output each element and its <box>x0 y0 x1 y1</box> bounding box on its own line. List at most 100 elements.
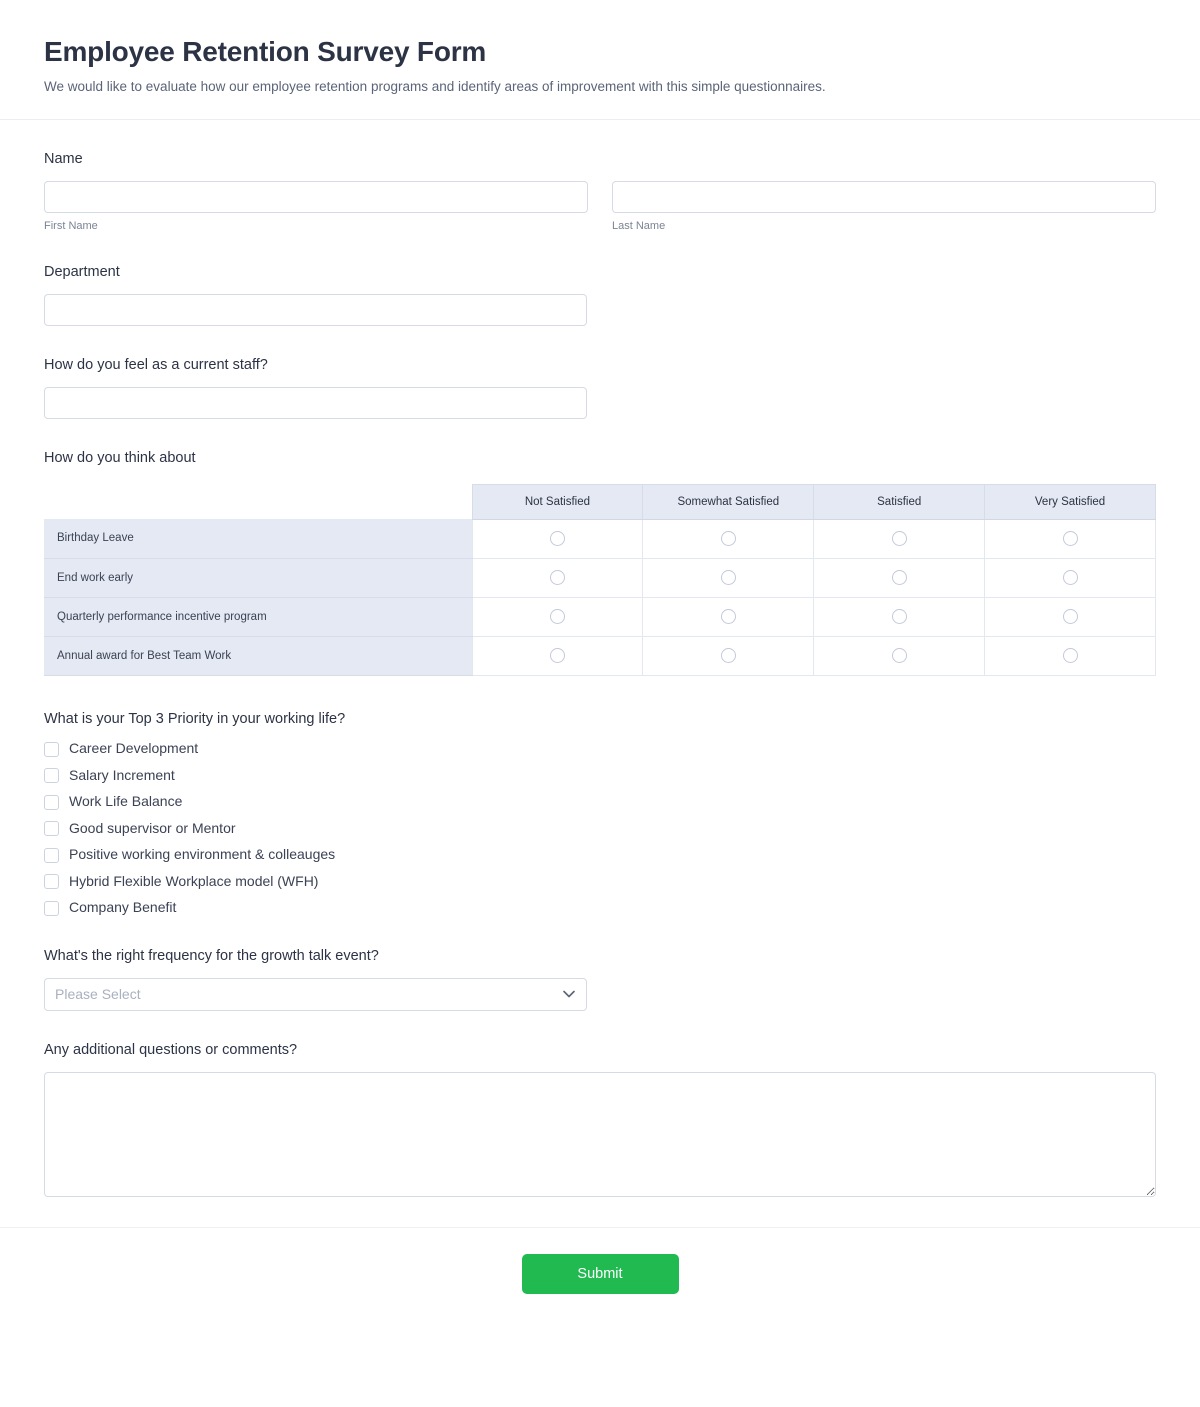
radio-icon[interactable] <box>721 648 736 663</box>
priority-option[interactable]: Good supervisor or Mentor <box>44 820 1156 838</box>
radio-icon[interactable] <box>721 609 736 624</box>
matrix-radio-cell[interactable] <box>985 597 1156 636</box>
matrix-radio-cell[interactable] <box>643 636 814 675</box>
checkbox-icon[interactable] <box>44 848 59 863</box>
matrix-column-header: Not Satisfied <box>472 484 643 519</box>
radio-icon[interactable] <box>721 570 736 585</box>
priority-option-label: Hybrid Flexible Workplace model (WFH) <box>69 873 318 891</box>
satisfaction-matrix-table: Not SatisfiedSomewhat SatisfiedSatisfied… <box>44 484 1156 676</box>
current-staff-feeling-label: How do you feel as a current staff? <box>44 356 1156 375</box>
matrix-radio-cell[interactable] <box>985 636 1156 675</box>
form-header: Employee Retention Survey Form We would … <box>0 0 1200 120</box>
matrix-radio-cell[interactable] <box>814 636 985 675</box>
last-name-col: Last Name <box>612 181 1156 233</box>
matrix-radio-cell[interactable] <box>985 519 1156 558</box>
matrix-radio-cell[interactable] <box>643 558 814 597</box>
radio-icon[interactable] <box>550 609 565 624</box>
frequency-select-wrap: Please Select <box>44 978 587 1011</box>
checkbox-icon[interactable] <box>44 901 59 916</box>
field-additional-comments: Any additional questions or comments? <box>44 1041 1156 1197</box>
matrix-radio-cell[interactable] <box>472 519 643 558</box>
matrix-row: End work early <box>44 558 1156 597</box>
field-department: Department <box>44 263 1156 326</box>
radio-icon[interactable] <box>1063 570 1078 585</box>
priority-option-label: Company Benefit <box>69 899 176 917</box>
frequency-select[interactable]: Please Select <box>44 978 587 1011</box>
last-name-input[interactable] <box>612 181 1156 213</box>
matrix-row-label: Birthday Leave <box>44 519 472 558</box>
department-label: Department <box>44 263 1156 282</box>
matrix-row-label: End work early <box>44 558 472 597</box>
current-staff-feeling-input-wrap <box>44 387 587 419</box>
priority-option[interactable]: Work Life Balance <box>44 793 1156 811</box>
field-satisfaction-matrix: How do you think about Not SatisfiedSome… <box>44 449 1156 676</box>
comments-label: Any additional questions or comments? <box>44 1041 1156 1060</box>
checkbox-icon[interactable] <box>44 795 59 810</box>
radio-icon[interactable] <box>892 609 907 624</box>
priority-option[interactable]: Company Benefit <box>44 899 1156 917</box>
radio-icon[interactable] <box>550 531 565 546</box>
radio-icon[interactable] <box>1063 531 1078 546</box>
priority-option[interactable]: Positive working environment & colleauge… <box>44 846 1156 864</box>
matrix-radio-cell[interactable] <box>472 558 643 597</box>
matrix-radio-cell[interactable] <box>472 636 643 675</box>
matrix-radio-cell[interactable] <box>814 597 985 636</box>
matrix-row-label: Annual award for Best Team Work <box>44 636 472 675</box>
page-title: Employee Retention Survey Form <box>44 36 1156 68</box>
priorities-checkbox-list: Career Development Salary Increment Work L… <box>44 740 1156 917</box>
priority-option[interactable]: Hybrid Flexible Workplace model (WFH) <box>44 873 1156 891</box>
matrix-radio-cell[interactable] <box>472 597 643 636</box>
matrix-column-header: Satisfied <box>814 484 985 519</box>
matrix-label: How do you think about <box>44 449 1156 468</box>
matrix-radio-cell[interactable] <box>643 519 814 558</box>
matrix-radio-cell[interactable] <box>814 558 985 597</box>
checkbox-icon[interactable] <box>44 821 59 836</box>
matrix-body: Birthday LeaveEnd work earlyQuarterly pe… <box>44 519 1156 675</box>
first-name-col: First Name <box>44 181 588 233</box>
radio-icon[interactable] <box>892 648 907 663</box>
matrix-radio-cell[interactable] <box>814 519 985 558</box>
checkbox-icon[interactable] <box>44 742 59 757</box>
radio-icon[interactable] <box>892 570 907 585</box>
matrix-row: Quarterly performance incentive program <box>44 597 1156 636</box>
matrix-header-row: Not SatisfiedSomewhat SatisfiedSatisfied… <box>44 484 1156 519</box>
current-staff-feeling-input[interactable] <box>44 387 587 419</box>
department-input[interactable] <box>44 294 587 326</box>
first-name-input[interactable] <box>44 181 588 213</box>
matrix-corner-blank <box>44 484 472 519</box>
form-footer: Submit <box>0 1227 1200 1330</box>
radio-icon[interactable] <box>892 531 907 546</box>
comments-textarea[interactable] <box>44 1072 1156 1197</box>
checkbox-icon[interactable] <box>44 874 59 889</box>
priority-option-label: Salary Increment <box>69 767 175 785</box>
matrix-row-label: Quarterly performance incentive program <box>44 597 472 636</box>
matrix-row: Birthday Leave <box>44 519 1156 558</box>
radio-icon[interactable] <box>721 531 736 546</box>
matrix-column-header: Very Satisfied <box>985 484 1156 519</box>
field-top-priorities: What is your Top 3 Priority in your work… <box>44 710 1156 917</box>
frequency-select-value: Please Select <box>55 986 141 1002</box>
priority-option[interactable]: Salary Increment <box>44 767 1156 785</box>
radio-icon[interactable] <box>550 570 565 585</box>
department-input-wrap <box>44 294 587 326</box>
last-name-sublabel: Last Name <box>612 220 1156 233</box>
radio-icon[interactable] <box>1063 609 1078 624</box>
matrix-radio-cell[interactable] <box>643 597 814 636</box>
priority-option-label: Positive working environment & colleauge… <box>69 846 335 864</box>
survey-form-page: Employee Retention Survey Form We would … <box>0 0 1200 1407</box>
field-name: Name First Name Last Name <box>44 150 1156 233</box>
field-current-staff-feeling: How do you feel as a current staff? <box>44 356 1156 419</box>
priorities-label: What is your Top 3 Priority in your work… <box>44 710 1156 729</box>
submit-button[interactable]: Submit <box>522 1254 679 1294</box>
checkbox-icon[interactable] <box>44 768 59 783</box>
priority-option[interactable]: Career Development <box>44 740 1156 758</box>
matrix-row: Annual award for Best Team Work <box>44 636 1156 675</box>
matrix-head: Not SatisfiedSomewhat SatisfiedSatisfied… <box>44 484 1156 519</box>
name-row: First Name Last Name <box>44 181 1156 233</box>
matrix-radio-cell[interactable] <box>985 558 1156 597</box>
field-growth-talk-frequency: What's the right frequency for the growt… <box>44 947 1156 1011</box>
radio-icon[interactable] <box>550 648 565 663</box>
frequency-label: What's the right frequency for the growt… <box>44 947 1156 966</box>
name-label: Name <box>44 150 1156 169</box>
radio-icon[interactable] <box>1063 648 1078 663</box>
